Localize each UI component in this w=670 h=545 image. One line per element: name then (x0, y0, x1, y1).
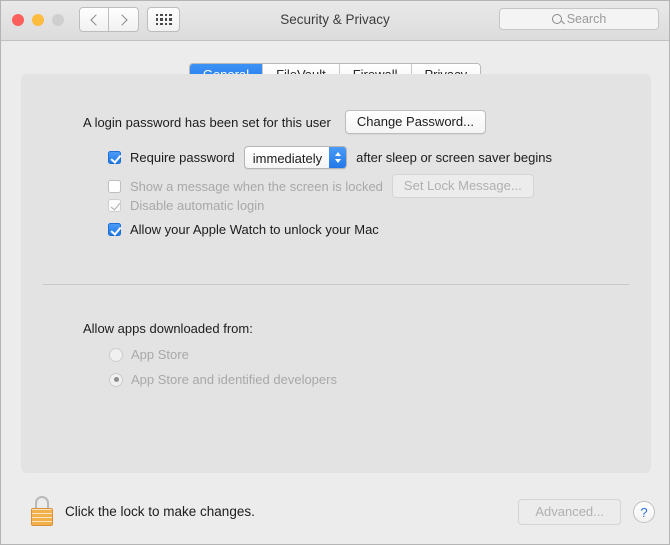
allow-apps-heading: Allow apps downloaded from: (83, 321, 253, 336)
footer-actions: Advanced... ? (518, 499, 655, 525)
set-lock-message-button: Set Lock Message... (391, 174, 534, 198)
help-button[interactable]: ? (633, 501, 655, 523)
show-lock-message-checkbox (108, 179, 121, 193)
disable-auto-login-row: Disable automatic login (108, 198, 264, 213)
require-password-label: Require password (130, 150, 235, 165)
change-password-button[interactable]: Change Password... (344, 110, 486, 134)
app-store-radio (109, 347, 123, 362)
allow-apps-heading-row: Allow apps downloaded from: (83, 321, 253, 336)
show-lock-message-label: Show a message when the screen is locked (130, 178, 383, 194)
login-password-status-label: A login password has been set for this u… (83, 114, 331, 130)
radio-row-identified-developers: App Store and identified developers (109, 372, 337, 387)
advanced-button: Advanced... (518, 499, 621, 525)
app-store-identified-developers-radio (109, 372, 123, 387)
apple-watch-unlock-label: Allow your Apple Watch to unlock your Ma… (130, 222, 379, 237)
disable-auto-login-checkbox (108, 199, 121, 212)
login-password-row: A login password has been set for this u… (83, 110, 486, 134)
show-lock-message-row: Show a message when the screen is locked… (108, 174, 534, 198)
search-placeholder: Search (566, 12, 607, 26)
require-password-suffix-label: after sleep or screen saver begins (356, 150, 552, 165)
app-store-identified-developers-radio-label: App Store and identified developers (131, 372, 337, 387)
require-password-interval-value: immediately (252, 151, 323, 166)
require-password-row: Require password immediately after sleep… (108, 146, 552, 169)
require-password-interval-popup[interactable]: immediately (243, 146, 348, 169)
section-divider (43, 284, 629, 285)
chevron-updown-icon (329, 147, 347, 168)
lock-instruction-label: Click the lock to make changes. (65, 503, 255, 519)
apple-watch-unlock-row: Allow your Apple Watch to unlock your Ma… (108, 222, 379, 237)
require-password-checkbox[interactable] (108, 151, 122, 164)
general-pane: A login password has been set for this u… (21, 74, 651, 473)
app-store-radio-label: App Store (131, 347, 189, 362)
search-icon (551, 14, 562, 24)
security-privacy-window: Security & Privacy Search General FileVa… (0, 0, 670, 545)
closed-padlock-icon[interactable] (31, 496, 53, 526)
apple-watch-unlock-checkbox[interactable] (108, 223, 122, 236)
lock-row: Click the lock to make changes. (31, 496, 255, 526)
radio-row-app-store: App Store (109, 347, 189, 362)
disable-auto-login-label: Disable automatic login (130, 198, 265, 213)
search-field[interactable]: Search (499, 8, 659, 30)
window-titlebar: Security & Privacy Search (1, 1, 669, 41)
